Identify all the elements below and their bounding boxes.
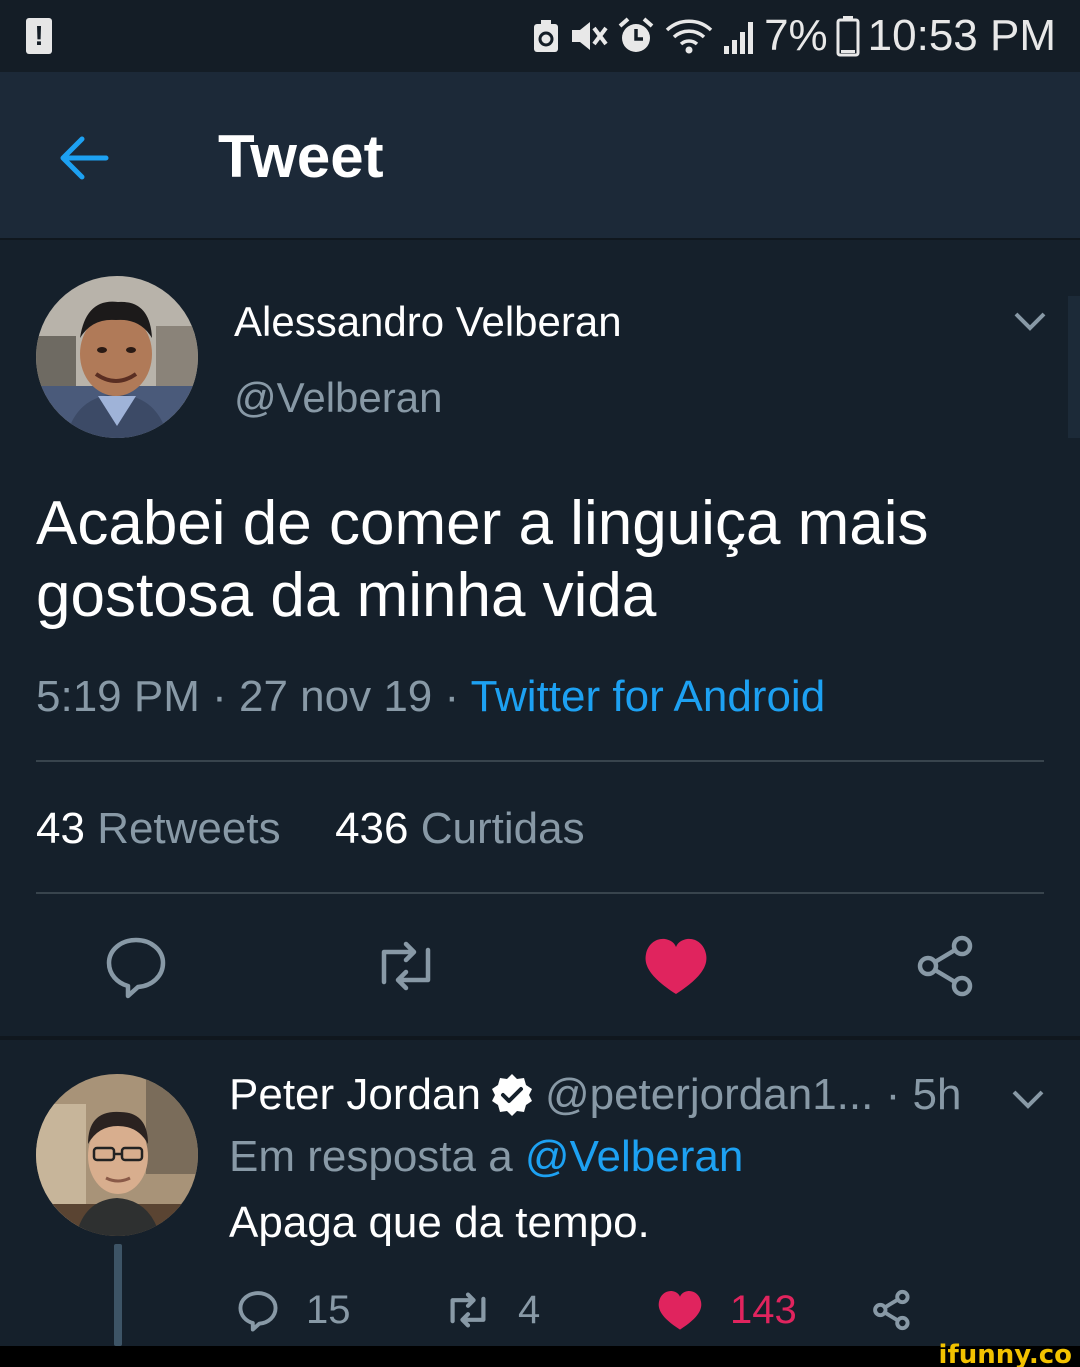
reply-like-button[interactable]: 143 xyxy=(652,1282,797,1338)
chevron-down-icon xyxy=(1012,1090,1044,1109)
retweet-button[interactable] xyxy=(366,926,446,1006)
scroll-indicator xyxy=(1068,296,1080,438)
signal-icon xyxy=(724,22,754,54)
divider xyxy=(36,760,1044,762)
tweet-source-link[interactable]: Twitter for Android xyxy=(471,672,826,721)
arrow-left-icon xyxy=(60,136,109,180)
back-button[interactable] xyxy=(50,122,120,192)
thread-line xyxy=(114,1244,122,1346)
reply-reply-button[interactable]: 15 xyxy=(232,1282,351,1338)
reply-icon xyxy=(238,1291,278,1332)
share-button[interactable] xyxy=(906,926,986,1006)
divider xyxy=(36,892,1044,894)
mute-icon xyxy=(572,22,608,50)
alarm-icon xyxy=(618,17,654,52)
battery-percent: 7% xyxy=(764,11,828,60)
retweet-icon xyxy=(450,1292,486,1328)
page-title: Tweet xyxy=(218,123,384,190)
tweet-stats: 43 Retweets 436 Curtidas xyxy=(36,802,585,856)
reply-button[interactable] xyxy=(96,926,176,1006)
verified-badge-icon xyxy=(491,1074,532,1116)
share-icon xyxy=(873,1289,910,1331)
retweets-stat[interactable]: 43 Retweets xyxy=(36,804,281,853)
clock: 10:53 PM xyxy=(867,11,1056,60)
like-button[interactable] xyxy=(636,926,716,1006)
tweet-menu-button[interactable] xyxy=(1010,302,1050,342)
in-reply-to: Em resposta a @Velberan xyxy=(229,1130,743,1184)
share-icon xyxy=(917,935,973,997)
in-reply-mention-link[interactable]: @Velberan xyxy=(525,1132,743,1181)
retweets-count: 43 xyxy=(36,804,85,853)
wifi-icon xyxy=(665,19,713,54)
retweet-icon xyxy=(381,941,431,991)
reply-replies-count: 15 xyxy=(306,1287,351,1332)
tweet-text: Acabei de comer a linguiça mais gostosa … xyxy=(36,489,929,630)
likes-stat[interactable]: 436 Curtidas xyxy=(335,804,585,853)
reply-retweets-count: 4 xyxy=(518,1287,541,1332)
reply-text: Apaga que da tempo. xyxy=(229,1198,650,1247)
reply-author-handle[interactable]: @peterjordan1... xyxy=(545,1068,873,1122)
reply-header: Peter Jordan @peterjordan1... · 5h xyxy=(229,1068,961,1122)
reply-age: 5h xyxy=(912,1070,962,1119)
retweets-label: Retweets xyxy=(97,804,281,853)
author-avatar[interactable] xyxy=(36,276,198,438)
reply-author-name[interactable]: Peter Jordan xyxy=(229,1068,481,1122)
app-header: Tweet xyxy=(0,72,1080,240)
chevron-down-icon xyxy=(1014,312,1046,331)
battery-icon xyxy=(836,16,860,57)
heart-filled-icon xyxy=(645,938,707,994)
tweet-date: 27 nov 19 xyxy=(238,672,433,721)
watermark: ifunny.co xyxy=(938,1340,1072,1367)
reply-author-avatar[interactable] xyxy=(36,1074,198,1236)
author-handle[interactable]: @Velberan xyxy=(234,372,442,424)
status-bar: 7% 10:53 PM xyxy=(0,0,1080,72)
likes-count: 436 xyxy=(335,804,409,853)
heart-filled-icon xyxy=(658,1291,702,1330)
section-separator xyxy=(0,1036,1080,1040)
status-bar-right: 7% 10:53 PM xyxy=(532,10,1056,62)
in-reply-prefix: Em resposta a xyxy=(229,1132,513,1181)
reply-retweet-button[interactable]: 4 xyxy=(440,1282,540,1338)
reply-icon xyxy=(106,937,166,999)
tweet-time: 5:19 PM xyxy=(36,672,200,721)
author-name[interactable]: Alessandro Velberan xyxy=(234,296,622,348)
reply-menu-button[interactable] xyxy=(1008,1080,1048,1120)
reply-likes-count: 143 xyxy=(730,1287,797,1332)
alert-icon xyxy=(26,18,52,54)
reply-share-button[interactable] xyxy=(866,1282,918,1338)
battery-saver-icon xyxy=(534,20,559,52)
bottom-bar xyxy=(0,1346,1080,1367)
tweet-metadata: 5:19 PM · 27 nov 19 · Twitter for Androi… xyxy=(36,672,826,721)
likes-label: Curtidas xyxy=(420,804,585,853)
